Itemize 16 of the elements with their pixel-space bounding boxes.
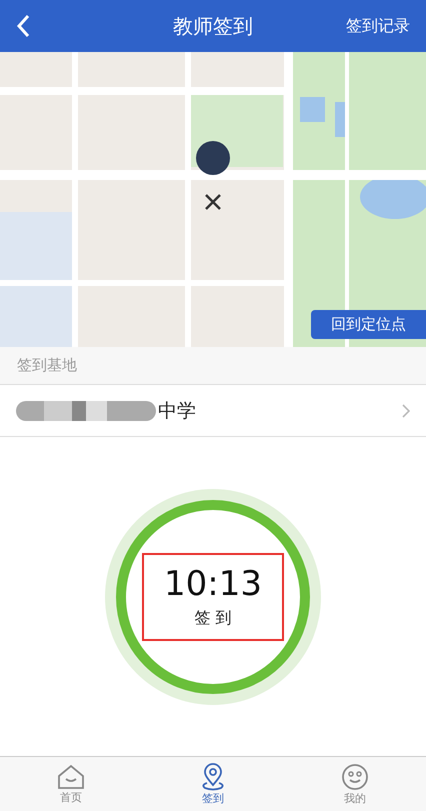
recenter-button[interactable]: 回到定位点	[311, 310, 426, 339]
section-label: 签到基地	[0, 347, 426, 385]
checkin-records-link[interactable]: 签到记录	[346, 16, 410, 36]
chevron-right-icon	[402, 404, 410, 418]
smiley-icon	[341, 762, 369, 790]
page-title: 教师签到	[173, 12, 253, 40]
current-time: 10:13	[164, 564, 262, 604]
checkin-button[interactable]: 10:13 签 到	[105, 488, 321, 704]
base-row[interactable]: 中学	[0, 385, 426, 437]
home-icon	[57, 764, 85, 790]
tab-item[interactable]: 我的	[284, 757, 426, 811]
back-icon[interactable]	[16, 14, 30, 38]
tab-item[interactable]: 首页	[0, 757, 142, 811]
school-name: 中学	[158, 398, 196, 424]
checkin-label: 签 到	[194, 608, 232, 629]
tab-item[interactable]: 签到	[142, 757, 284, 811]
